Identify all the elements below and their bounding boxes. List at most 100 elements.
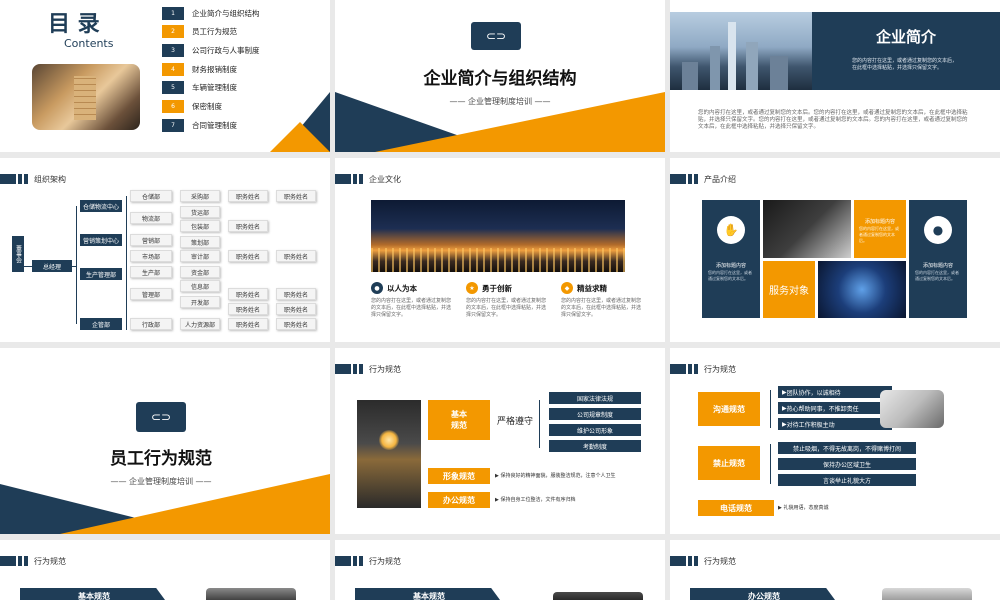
phone-rules-text: ▶ 礼貌用语，态度真诚 (778, 504, 828, 511)
rule-item: 公司规章制度 (549, 408, 641, 420)
org-dept: 管理部 (130, 288, 172, 300)
slide-culture[interactable]: 企业文化 ●以人为本您的内容打在这里，或者通过复制您的文本后，在此框中选择粘贴，… (335, 158, 665, 342)
culture-item-text: 您的内容打在这里，或者通过复制您的文本后，在此框中选择粘贴，并选择只保留文字。 (371, 298, 451, 319)
ban-rules-tag: 禁止规范 (698, 446, 760, 480)
org-dept: 仓储部 (130, 190, 172, 202)
product-label-1: 添加标题内容 (702, 262, 760, 269)
slide-toc[interactable]: 目 录 Contents 1企业简介与组织结构 2员工行为规范 3 公司行政与人事制度… (0, 0, 330, 152)
toc-item-number: 6 (162, 100, 184, 113)
slide-bottom-2[interactable]: 行为规范 基本规范 (335, 540, 665, 600)
toc-item[interactable]: 3 公司行政与人事制度 (162, 43, 322, 57)
toc-item-number: 5 (162, 81, 184, 94)
bottom-2-tab: 基本规范 (355, 588, 503, 600)
service-target-box: 服务对象 (763, 261, 815, 318)
org-center-production: 生产管理部 (80, 268, 122, 280)
product-panel-right: ● 添加标题内容 您的内容打在这里，或者通过复制您的文本后。 (909, 200, 967, 318)
toc-item-number: 3 (162, 44, 184, 57)
slide-intro[interactable]: 企业简介 您的内容打在这里，或者通过复制您的文本后，在此框中选择粘贴，并选择只保… (670, 0, 1000, 152)
org-center-admin: 企管部 (80, 318, 122, 330)
bottom-3-header: 行为规范 (670, 556, 736, 566)
toc-subtitle: Contents (64, 37, 113, 50)
rule-item: 维护公司形象 (549, 424, 641, 436)
conduct-1-header: 行为规范 (335, 364, 401, 374)
toc-item-number: 4 (162, 63, 184, 76)
basic-rules-tag: 基本 规范 (428, 400, 490, 440)
bottom-3-tab: 办公规范 (690, 588, 838, 600)
section-2-title: 员工行为规范 (0, 444, 322, 469)
toc-item[interactable]: 2员工行为规范 (162, 25, 322, 39)
org-sub: 信息部 (180, 280, 220, 292)
culture-item-text: 您的内容打在这里，或者通过复制您的文本后，在此框中选择粘贴，并选择只保留文字。 (466, 298, 546, 319)
ban-item: 保持办公区域卫生 (778, 458, 916, 470)
org-sub: 审计部 (180, 250, 220, 262)
org-sub: 人力资源部 (180, 318, 220, 330)
slide-org-chart[interactable]: 组织架构 董事会 总经理 仓储物流中心 营销策划中心 生产管理部 企管部 仓储部… (0, 158, 330, 342)
org-sub: 包装部 (180, 220, 220, 232)
intro-title: 企业简介 (812, 26, 1000, 47)
slide-bottom-3[interactable]: 行为规范 办公规范 (670, 540, 1000, 600)
slide-conduct-1[interactable]: 行为规范 基本 规范 严格遵守 国家法律法规 公司规章制度 维护公司形象 考勤制… (335, 348, 665, 534)
culture-header: 企业文化 (335, 174, 401, 184)
toc-title: 目 录 (48, 6, 100, 38)
slide-product[interactable]: 产品介绍 ✋ 添加标题内容 您的内容打在这里，或者通过复制您的文本后。 添加标题… (670, 158, 1000, 342)
org-board-box: 董事会 (12, 236, 24, 272)
toc-item-label: 财务报销制度 (192, 64, 237, 75)
intro-panel-text: 您的内容打在这里，或者通过复制您的文本后，在此框中选择粘贴，并选择只保留文字。 (852, 58, 960, 72)
org-root: 总经理 (32, 260, 72, 272)
phone-rules-tag: 电话规范 (698, 500, 774, 516)
org-role: 职务姓名 (228, 288, 268, 300)
jenga-photo (32, 64, 140, 130)
hands-photo (763, 200, 851, 258)
ban-item: 言谈举止礼貌大方 (778, 474, 916, 486)
org-center-marketing: 营销策划中心 (80, 234, 122, 246)
org-dept: 行政部 (130, 318, 172, 330)
section-2-wedge (0, 474, 330, 534)
toc-item-label: 公司行政与人事制度 (192, 45, 260, 56)
org-role: 职务姓名 (276, 288, 316, 300)
toc-item[interactable]: 4 财务报销制度 (162, 62, 322, 76)
org-role: 职务姓名 (228, 190, 268, 202)
night-city-photo (371, 200, 625, 272)
user-icon: ● (924, 216, 952, 244)
culture-item: ◆精益求精您的内容打在这里，或者通过复制您的文本后，在此框中选择粘贴，并选择只保… (561, 282, 641, 319)
intro-body-text: 您的内容打在这里，或者通过复制您的文本后。您的内容打在这里，或者通过复制您的文本… (698, 110, 972, 131)
image-rules-tag: 形象规范 (428, 468, 490, 484)
toc-item-number: 1 (162, 7, 184, 20)
desk-photo (882, 588, 972, 600)
section-1-title: 企业简介与组织结构 (335, 64, 665, 89)
org-sub: 货运部 (180, 206, 220, 218)
org-sub: 策划部 (180, 236, 220, 248)
org-role: 职务姓名 (228, 250, 268, 262)
comm-rules-tag: 沟通规范 (698, 392, 760, 426)
org-dept: 物流部 (130, 212, 172, 224)
culture-item-title: 以人为本 (387, 283, 417, 294)
org-sub: 资金部 (180, 266, 220, 278)
office-rules-text: ▶ 保持自身工位整洁，文件有序归档 (495, 496, 575, 503)
slide-conduct-2[interactable]: 行为规范 沟通规范 ▶ 团队协作，以诚相待 ▶ 热心帮助同事，不推卸责任 ▶ 对… (670, 348, 1000, 534)
toc-item-number: 2 (162, 25, 184, 38)
org-role: 职务姓名 (276, 303, 316, 315)
handshake-icon: ✋ (717, 216, 745, 244)
product-header: 产品介绍 (670, 174, 736, 184)
tech-hand-photo (818, 261, 906, 318)
lightbulb-icon: ★ (466, 282, 478, 294)
product-text-2: 您的内容打在这里，或者通过复制您的文本后。 (859, 226, 901, 244)
product-panel-orange: 添加标题内容 您的内容打在这里，或者通过复制您的文本后。 (854, 200, 906, 258)
slide-bottom-1[interactable]: 行为规范 基本规范 (0, 540, 330, 600)
toc-item-label: 保密制度 (192, 101, 222, 112)
toc-item-number: 7 (162, 119, 184, 132)
org-sub: 开发部 (180, 296, 220, 308)
product-text-3: 您的内容打在这里，或者通过复制您的文本后。 (915, 270, 961, 282)
org-role: 职务姓名 (228, 303, 268, 315)
slide-section-2[interactable]: ⊂⊃ 员工行为规范 —— 企业管理制度培训 —— (0, 348, 330, 534)
comm-item: ▶ 团队协作，以诚相待 (778, 386, 892, 398)
toc-item-label: 车辆管理制度 (192, 82, 237, 93)
office-photo (553, 592, 643, 600)
org-role: 职务姓名 (276, 190, 316, 202)
touch-hand-photo (357, 400, 421, 508)
link-icon: ⊂⊃ (471, 22, 521, 50)
toc-item[interactable]: 1企业简介与组织结构 (162, 6, 322, 20)
culture-items: ●以人为本您的内容打在这里，或者通过复制您的文本后，在此框中选择粘贴，并选择只保… (371, 282, 641, 319)
org-center-warehouse: 仓储物流中心 (80, 200, 122, 212)
slide-section-1[interactable]: ⊂⊃ 企业简介与组织结构 —— 企业管理制度培训 —— (335, 0, 665, 152)
